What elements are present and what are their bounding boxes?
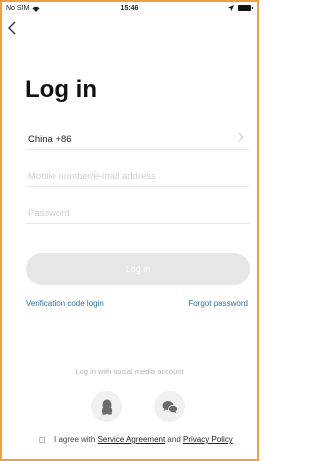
wechat-login-button[interactable] [154,391,185,422]
agreement-prefix: I agree with [54,435,96,444]
agreement-text: I agree with Service Agreement and Priva… [42,435,252,445]
location-arrow-icon [228,5,234,11]
social-login-title: Log in with social media account [75,367,184,376]
battery-icon [238,5,253,11]
page-title: Log in [25,76,97,103]
qq-login-button[interactable] [91,391,122,422]
login-button[interactable]: Log in [26,253,250,285]
status-bar: No SIM 15:46 [2,2,257,18]
status-time: 15:46 [120,5,139,12]
privacy-policy-link[interactable]: Privacy Policy [183,435,233,444]
country-selector[interactable]: China +86 [26,128,250,150]
chevron-right-icon [238,132,244,145]
verification-code-login-link[interactable]: Verification code login [26,299,104,308]
qq-icon [101,399,112,415]
back-chevron-icon[interactable] [7,21,21,39]
password-input[interactable] [28,205,243,221]
agreement-row: I agree with Service Agreement and Priva… [39,435,252,445]
service-agreement-link[interactable]: Service Agreement [98,435,166,444]
app-screen: No SIM 15:46 Log in China +86 Log in Ver… [0,0,259,461]
status-right [228,5,253,11]
wechat-icon [162,400,178,413]
country-value: China +86 [28,134,72,145]
password-field-row [26,202,250,224]
agreement-connector: and [167,435,181,444]
mobile-email-input[interactable] [28,168,243,184]
mobile-field-row [26,165,250,187]
agreement-checkbox[interactable] [39,437,45,443]
forgot-password-link[interactable]: Forgot password [188,299,248,308]
